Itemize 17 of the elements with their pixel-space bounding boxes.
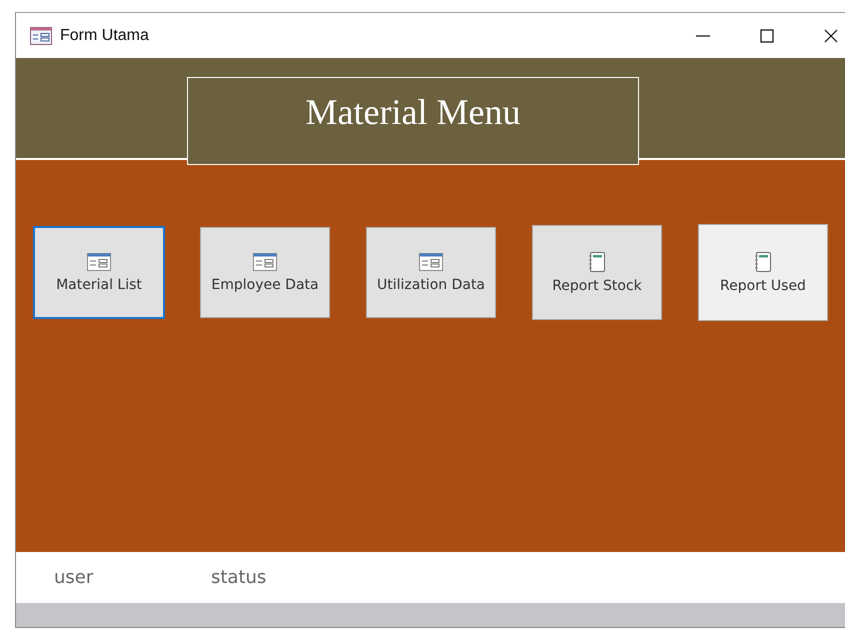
close-icon[interactable]	[823, 28, 839, 44]
form-icon	[30, 26, 52, 44]
menu-button[interactable]: Material List	[34, 227, 164, 318]
menu-title: Material Menu	[187, 77, 639, 165]
footer-label: status	[211, 567, 268, 588]
form-icon	[419, 252, 443, 270]
menu-button[interactable]: Report Used	[698, 224, 828, 321]
menu-button[interactable]: Utilization Data	[366, 227, 496, 318]
footer-label: user	[54, 567, 94, 588]
form-icon	[87, 252, 111, 270]
maximize-icon[interactable]	[759, 28, 775, 44]
menu-button[interactable]: Report Stock	[532, 225, 662, 320]
notebook-icon	[754, 252, 772, 272]
menu-button[interactable]: Employee Data	[200, 227, 330, 318]
window-title: Form Utama	[60, 26, 149, 44]
form-icon	[253, 252, 277, 270]
notebook-icon	[588, 252, 606, 272]
